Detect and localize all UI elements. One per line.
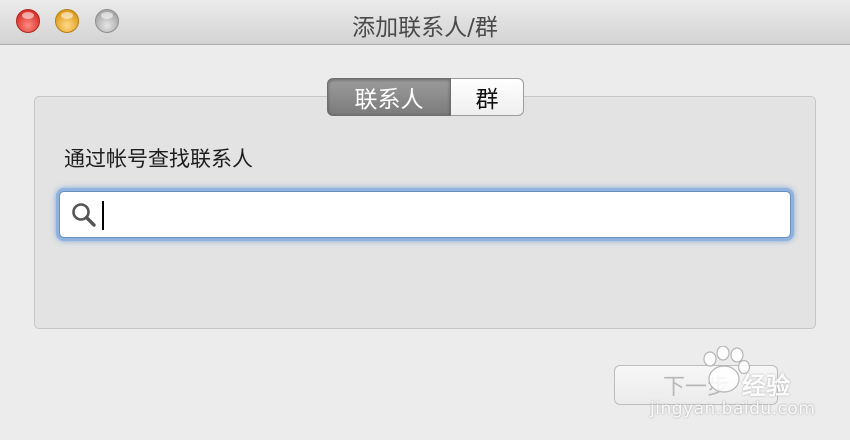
title-bar[interactable]: 添加联系人/群 xyxy=(0,0,850,45)
search-input[interactable] xyxy=(100,197,784,234)
tab-contacts[interactable]: 联系人 xyxy=(327,78,451,116)
window-title: 添加联系人/群 xyxy=(352,15,498,41)
search-icon xyxy=(72,203,96,227)
text-caret xyxy=(102,201,104,230)
search-prompt: 通过帐号查找联系人 xyxy=(64,147,253,171)
dialog-window: 添加联系人/群 联系人 群 通过帐号查找联系人 下一步 经验 jingyan.b… xyxy=(0,0,850,440)
watermark-brand: 经验 xyxy=(742,372,790,400)
search-field[interactable] xyxy=(59,191,791,238)
tab-groups[interactable]: 群 xyxy=(451,78,524,116)
segmented-control: 联系人 群 xyxy=(327,78,524,116)
watermark-url: jingyan.baidu.com xyxy=(650,399,816,419)
